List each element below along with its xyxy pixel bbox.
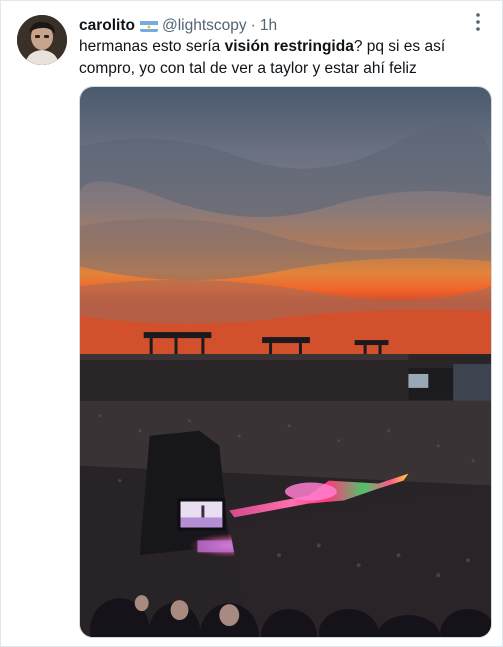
argentina-flag-icon: [139, 20, 158, 32]
tweet-header: carolito @lightscopy · 1h: [79, 14, 463, 38]
tweet-text: hermanas esto sería visión restringida? …: [79, 36, 484, 80]
tweet-text-start: hermanas esto sería: [79, 38, 225, 55]
separator: ·: [250, 17, 256, 34]
avatar[interactable]: [17, 15, 67, 65]
tweet-photo[interactable]: [79, 86, 492, 638]
timestamp[interactable]: 1h: [260, 17, 277, 35]
user-handle[interactable]: @lightscopy: [162, 17, 247, 35]
display-name[interactable]: carolito: [79, 17, 135, 35]
tweet-text-bold: visión restringida: [224, 38, 354, 55]
more-options-icon[interactable]: [466, 10, 490, 34]
